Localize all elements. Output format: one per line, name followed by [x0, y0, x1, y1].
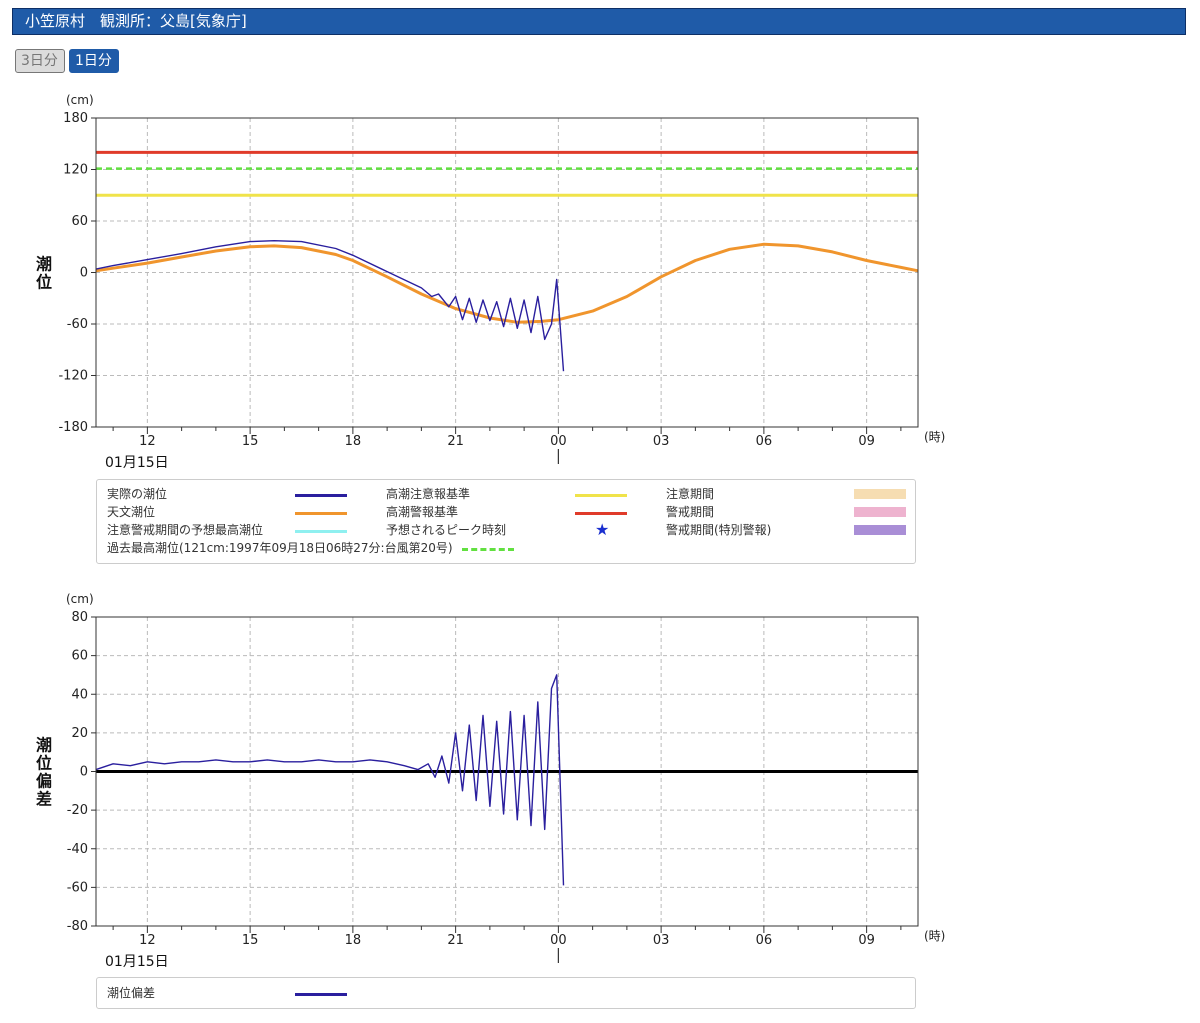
y-tick-label: -60	[67, 317, 88, 332]
x-tick-label: 09	[858, 933, 875, 948]
y-tick-label: -80	[67, 919, 88, 934]
y-tick-label: 180	[63, 111, 88, 126]
legend-label: 予想されるピーク時刻	[386, 523, 507, 537]
y-tick-label: 80	[71, 610, 88, 625]
y-tick-label: -40	[67, 842, 88, 857]
y-axis-title-char: 位	[36, 273, 52, 292]
y-axis-title-char: 潮	[36, 736, 52, 755]
y-unit-label: (cm)	[66, 592, 94, 606]
legend-swatch	[295, 530, 347, 533]
y-tick-label: 40	[71, 687, 88, 702]
x-tick-label: 00	[550, 933, 567, 948]
date-label: 01月15日	[105, 954, 169, 970]
tide-deviation-chart: 80 60 40 20 0 -20 -40 -60 -80 12 15 18 21 00 03 06 09 (cm…	[36, 592, 945, 970]
legend-swatch	[295, 993, 347, 996]
y-unit-label: (cm)	[66, 93, 94, 107]
legend-label: 注意期間	[666, 487, 715, 501]
x-tick-label: 21	[447, 933, 464, 948]
date-label: 01月15日	[105, 455, 169, 471]
x-tick-label: 00	[550, 434, 567, 449]
legend-label: 天文潮位	[107, 505, 156, 519]
station-title-bar: 小笠原村 観測所：父島[気象庁]	[12, 8, 1186, 35]
x-tick-label: 15	[242, 434, 259, 449]
legend-label: 警戒期間(特別警報)	[666, 523, 772, 537]
series-line	[95, 674, 565, 886]
tide-level-chart: 180 120 60 0 -60 -120 -180 12 15 18 21 00 03 06 09 (cm)…	[36, 93, 945, 471]
legend-swatch	[295, 512, 347, 515]
grid-lines	[96, 118, 918, 427]
y-tick-label: 60	[71, 214, 88, 229]
legend-label: 高潮注意報基準	[386, 487, 471, 501]
y-tick-label: 120	[63, 163, 88, 178]
y-tick-label: -20	[67, 803, 88, 818]
x-tick-label: 18	[345, 933, 362, 948]
star-icon: ★	[595, 520, 610, 539]
station-title: 小笠原村 観測所：父島[気象庁]	[25, 12, 247, 30]
one-day-button[interactable]: 1日分	[69, 49, 119, 73]
legend-label: 高潮警報基準	[386, 505, 459, 519]
y-axis-title-char: 位	[36, 754, 52, 773]
y-tick-label: -120	[58, 369, 88, 384]
x-tick-label: 15	[242, 933, 259, 948]
legend-swatch	[854, 525, 906, 535]
legend-label: 警戒期間	[666, 505, 715, 519]
x-unit-label: (時)	[924, 430, 945, 444]
three-day-button[interactable]: 3日分	[15, 49, 65, 73]
x-tick-label: 06	[756, 933, 773, 948]
x-tick-label: 03	[653, 933, 670, 948]
x-tick-label: 18	[345, 434, 362, 449]
legend-swatch	[575, 494, 627, 497]
y-tick-label: -60	[67, 880, 88, 895]
x-unit-label: (時)	[924, 929, 945, 943]
y-tick-label: 60	[71, 649, 88, 664]
legend-swatch	[854, 489, 906, 499]
tide-legend: 実際の潮位天文潮位注意警戒期間の予想最高潮位過去最高潮位(121cm:1997年…	[96, 479, 916, 564]
y-tick-label: -180	[58, 420, 88, 435]
x-tick-label: 12	[139, 933, 156, 948]
x-tick-label: 21	[447, 434, 464, 449]
legend-swatch	[295, 494, 347, 497]
legend-swatch	[462, 548, 514, 551]
y-tick-label: 20	[71, 726, 88, 741]
y-tick-label: 0	[80, 765, 88, 780]
x-tick-label: 09	[858, 434, 875, 449]
x-tick-label: 03	[653, 434, 670, 449]
y-axis-title-char: 差	[36, 790, 52, 809]
y-axis-title-char: 偏	[36, 772, 52, 791]
legend-label: 注意警戒期間の予想最高潮位	[107, 523, 264, 537]
y-axis-title-char: 潮	[36, 255, 52, 274]
legend-label: 過去最高潮位(121cm:1997年09月18日06時27分:台風第20号)	[107, 541, 453, 555]
y-tick-label: 0	[80, 266, 88, 281]
plot-frame	[95, 117, 919, 428]
legend-swatch	[575, 512, 627, 515]
x-tick-label: 12	[139, 434, 156, 449]
deviation-legend: 潮位偏差	[96, 977, 916, 1009]
x-tick-label: 06	[756, 434, 773, 449]
legend-swatch	[854, 507, 906, 517]
legend-label: 実際の潮位	[107, 487, 168, 501]
legend-label: 潮位偏差	[107, 986, 156, 1000]
